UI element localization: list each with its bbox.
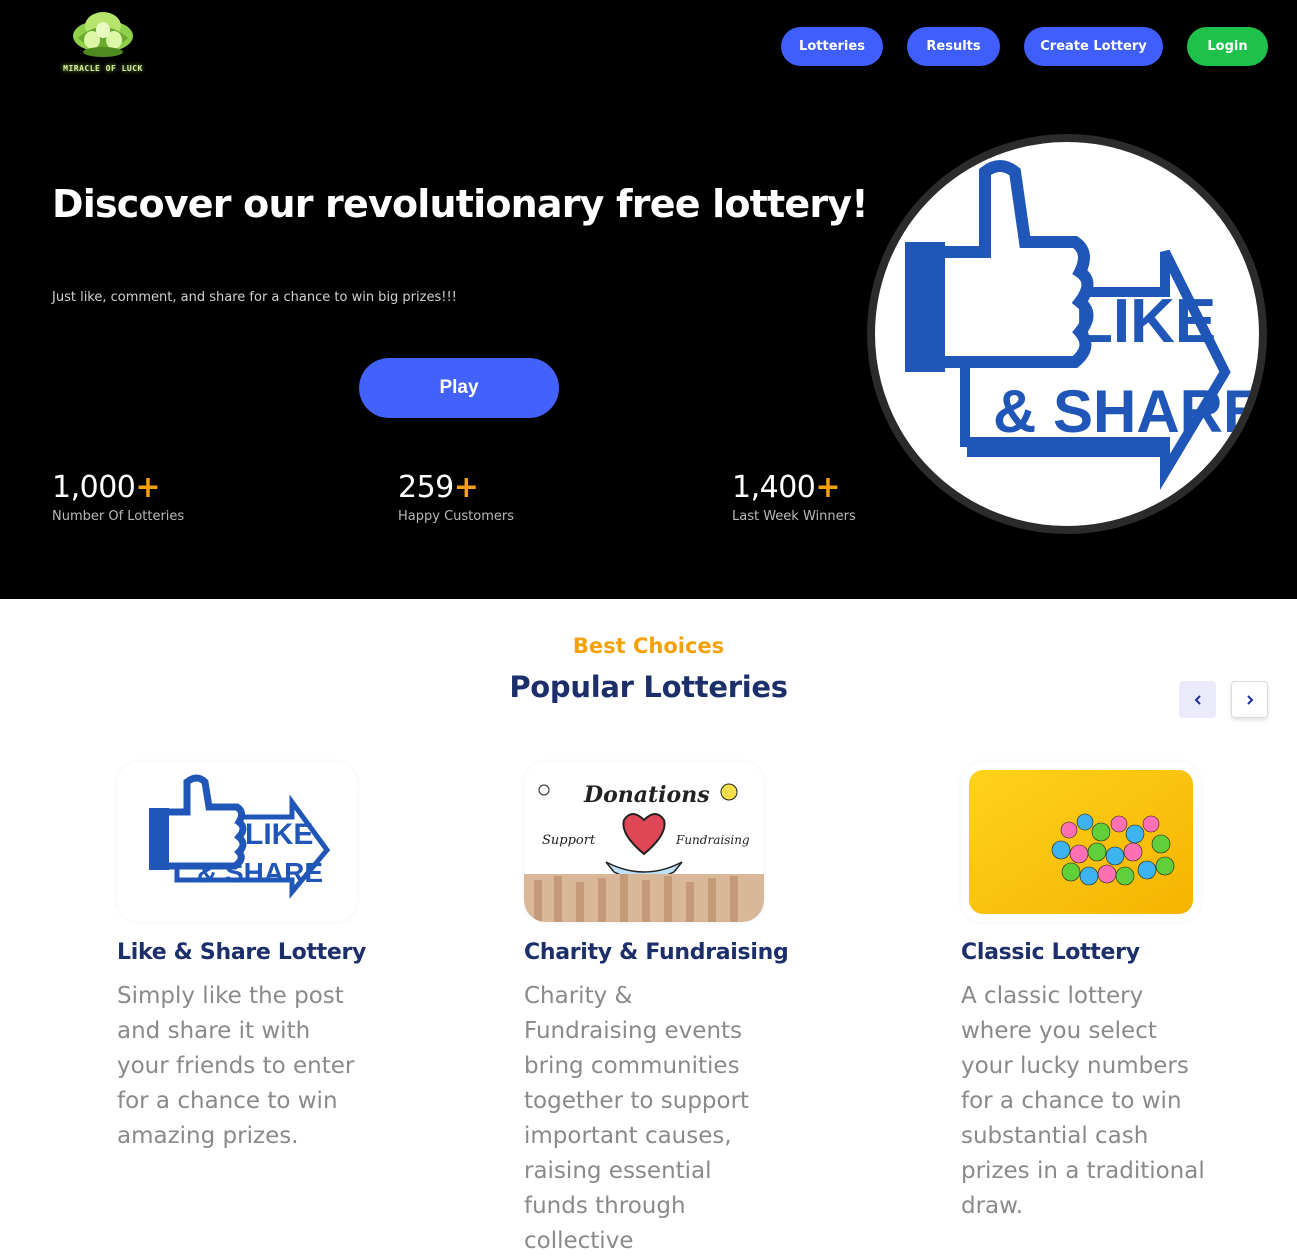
stat-last-week-winners: 1,400+ Last Week Winners [732,470,856,524]
stat-label: Happy Customers [398,509,514,524]
card-description: Charity & Fundraising events bring commu… [524,983,750,1254]
stat-number-of-lotteries: 1,000+ Number Of Lotteries [52,470,184,524]
thumbs-up-like-share-icon: LIKE & SHARE [149,774,331,899]
nav-lotteries-button[interactable]: Lotteries [781,27,883,66]
nav-create-lottery-button[interactable]: Create Lottery [1024,27,1163,66]
logo-text: MIRACLE OF LUCK [63,64,143,73]
svg-text:Donations: Donations [583,782,710,808]
nav-results-button[interactable]: Results [907,27,1000,66]
carousel-next-button[interactable] [1231,681,1268,718]
thumbs-up-like-share-icon: LIKE & SHARE [905,160,1259,491]
popular-lotteries-heading: Popular Lotteries [509,670,788,704]
svg-text:Fundraising: Fundraising [675,833,750,847]
lottery-balls-icon [969,770,1193,914]
stat-happy-customers: 259+ Happy Customers [398,470,514,524]
hero-like-share-image: LIKE & SHARE [867,134,1267,534]
play-button[interactable]: Play [359,358,559,418]
svg-text:LIKE: LIKE [1075,287,1216,356]
hero-subtitle: Just like, comment, and share for a chan… [52,290,457,305]
card-description: Simply like the post and share it with y… [117,983,355,1149]
carousel-prev-button[interactable] [1179,681,1216,718]
stat-value: 1,000+ [52,470,161,505]
clover-logo-icon [73,12,133,57]
card-description: A classic lottery where you select your … [961,983,1205,1219]
donations-illustration-icon: Donations Support Fundraising [524,762,764,922]
miracle-of-luck-logo[interactable]: MIRACLE OF LUCK [58,8,148,78]
svg-text:& SHARE: & SHARE [197,857,323,888]
hero-section: MIRACLE OF LUCK Lotteries Results Create… [0,0,1297,599]
svg-text:& SHARE: & SHARE [993,378,1259,445]
lottery-card-classic[interactable]: Classic Lottery A classic lottery where … [961,762,1206,1224]
stat-value: 1,400+ [732,470,841,505]
stat-label: Last Week Winners [732,509,856,524]
card-title[interactable]: Charity & Fundraising [524,940,789,965]
lottery-card-charity[interactable]: Donations Support Fundraising Charity & … [524,762,789,1259]
chevron-left-icon [1194,694,1201,705]
classic-lottery-card-image[interactable] [961,762,1201,922]
svg-text:LIKE: LIKE [245,818,313,851]
stat-label: Number Of Lotteries [52,509,185,524]
card-title[interactable]: Like & Share Lottery [117,940,366,965]
best-choices-eyebrow: Best Choices [572,634,725,658]
charity-card-image[interactable]: Donations Support Fundraising [524,762,764,922]
hero-title: Discover our revolutionary free lottery! [52,182,869,226]
chevron-right-icon [1246,694,1253,705]
login-button[interactable]: Login [1187,27,1268,66]
stat-value: 259+ [398,470,479,505]
card-title[interactable]: Classic Lottery [961,940,1206,965]
like-share-card-image[interactable]: LIKE & SHARE [117,762,357,922]
svg-text:Support: Support [542,833,596,848]
lottery-card-like-share[interactable]: LIKE & SHARE Like & Share Lottery Simply… [117,762,366,1154]
